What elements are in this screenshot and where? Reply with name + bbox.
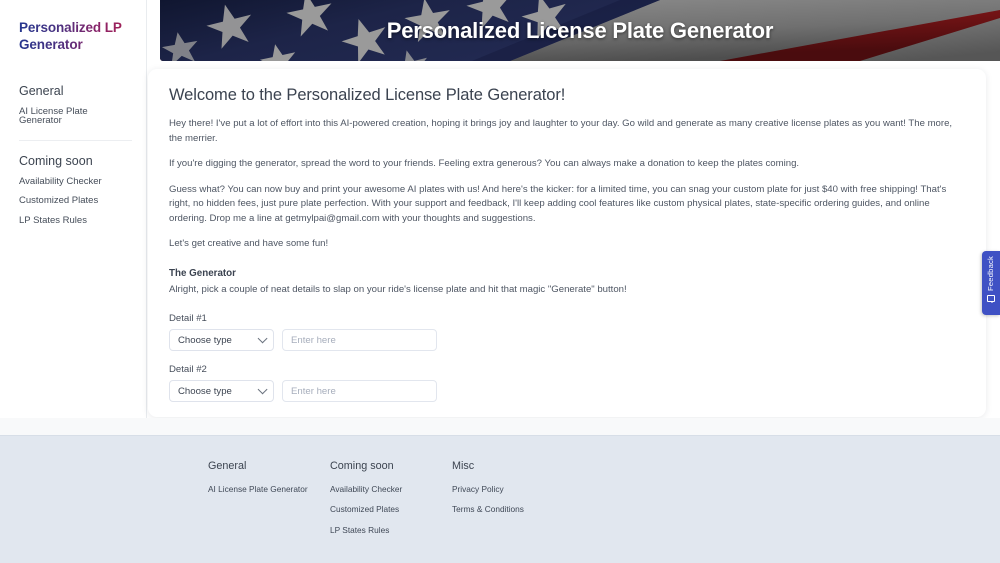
- content-gap-strip: [0, 418, 1000, 435]
- sidebar-group-heading: Coming soon: [19, 153, 93, 168]
- footer-link-ai-license-plate-generator[interactable]: AI License Plate Generator: [208, 485, 330, 494]
- detail-field-2: Detail #2 Choose type: [169, 364, 965, 403]
- detail-2-type-select-value: Choose type: [178, 385, 232, 397]
- generator-subtitle: Alright, pick a couple of neat details t…: [169, 284, 627, 296]
- detail-2-label: Detail #2: [169, 364, 207, 376]
- intro-paragraph-2: If you're digging the generator, spread …: [169, 158, 800, 170]
- chevron-down-icon: [257, 384, 268, 395]
- footer-link-lp-states-rules[interactable]: LP States Rules: [330, 525, 452, 534]
- detail-1-row: Choose type: [169, 329, 965, 352]
- intro-paragraph-3: Guess what? You can now buy and print yo…: [169, 183, 947, 224]
- footer-column-general: General AI License Plate Generator: [208, 460, 330, 546]
- intro-paragraph-4: Let's get creative and have some fun!: [169, 238, 329, 250]
- generator-heading: The Generator: [169, 268, 236, 280]
- usa-flag-icon: [160, 0, 1000, 61]
- sidebar-item-lp-states-rules[interactable]: LP States Rules: [19, 216, 132, 226]
- detail-field-1: Detail #1 Choose type: [169, 313, 965, 352]
- page-banner: Personalized License Plate Generator: [160, 0, 1000, 61]
- footer-column-heading: Coming soon: [330, 460, 394, 472]
- feedback-tab-label: Feedback: [986, 256, 996, 291]
- intro-paragraph-1: Hey there! I've put a lot of effort into…: [169, 118, 953, 144]
- chevron-down-icon: [257, 333, 268, 344]
- sidebar-group-coming-soon: Coming soon Availability Checker Customi…: [19, 139, 132, 226]
- feedback-tab[interactable]: Feedback: [982, 251, 1000, 315]
- detail-2-type-select[interactable]: Choose type: [169, 380, 274, 403]
- footer-link-customized-plates[interactable]: Customized Plates: [330, 505, 452, 514]
- detail-1-value-input[interactable]: [282, 329, 437, 352]
- footer-link-availability-checker[interactable]: Availability Checker: [330, 485, 452, 494]
- page-title: Welcome to the Personalized License Plat…: [169, 86, 566, 104]
- sidebar-item-customized-plates[interactable]: Customized Plates: [19, 196, 132, 206]
- detail-2-value-input[interactable]: [282, 380, 437, 403]
- sidebar: Personalized LP Generator General AI Lic…: [0, 0, 147, 418]
- footer-link-privacy-policy[interactable]: Privacy Policy: [452, 485, 574, 494]
- page-root: Personalized LP Generator General AI Lic…: [0, 0, 1000, 563]
- detail-1-label: Detail #1: [169, 313, 207, 325]
- sidebar-item-availability-checker[interactable]: Availability Checker: [19, 177, 132, 187]
- footer-columns: General AI License Plate Generator Comin…: [0, 436, 1000, 546]
- sidebar-group-general: General AI License Plate Generator: [19, 84, 132, 126]
- detail-1-type-select-value: Choose type: [178, 334, 232, 346]
- page-footer: General AI License Plate Generator Comin…: [0, 435, 1000, 563]
- detail-2-row: Choose type: [169, 380, 965, 403]
- footer-column-heading: Misc: [452, 460, 475, 472]
- sidebar-item-ai-license-plate-generator[interactable]: AI License Plate Generator: [19, 106, 132, 126]
- footer-column-misc: Misc Privacy Policy Terms & Conditions: [452, 460, 574, 546]
- footer-column-coming-soon: Coming soon Availability Checker Customi…: [330, 460, 452, 546]
- main-content-card: Welcome to the Personalized License Plat…: [148, 69, 986, 450]
- comment-bubble-icon: [987, 294, 995, 304]
- brand-title: Personalized LP Generator: [19, 19, 132, 54]
- detail-1-type-select[interactable]: Choose type: [169, 329, 274, 352]
- footer-link-terms-conditions[interactable]: Terms & Conditions: [452, 505, 574, 514]
- footer-column-heading: General: [208, 460, 247, 472]
- sidebar-group-heading: General: [19, 83, 64, 98]
